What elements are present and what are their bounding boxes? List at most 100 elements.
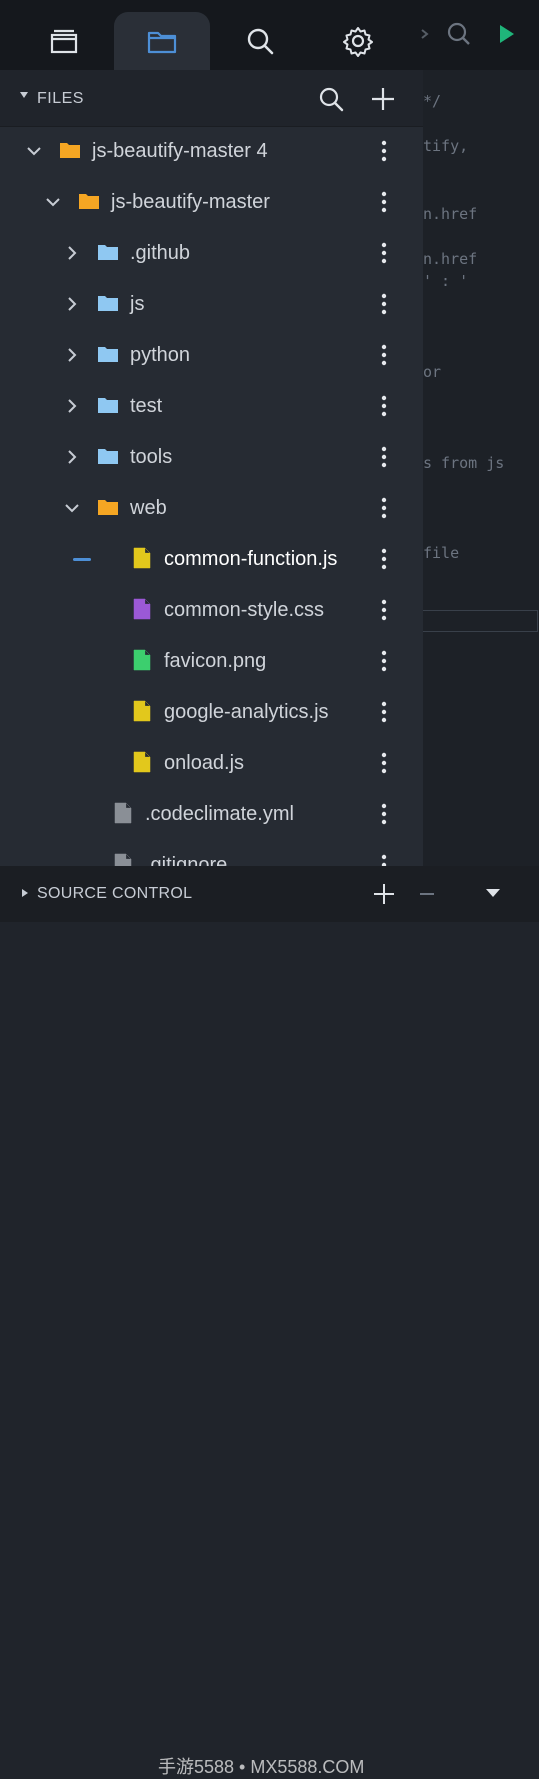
current-line-highlight — [423, 610, 538, 632]
chevron-right-icon[interactable] — [63, 295, 81, 313]
tree-item-label: common-function.js — [164, 548, 338, 570]
file-icon — [133, 598, 151, 620]
tree-file-row[interactable]: common-style.css — [0, 585, 423, 636]
file-icon — [114, 853, 132, 866]
folder-icon — [147, 31, 177, 54]
tree-file-row[interactable]: .gitignore — [0, 840, 423, 866]
code-editor[interactable]: */ tify, n.href n.href ' : ' or s from j… — [423, 70, 539, 866]
dropdown-arrow-icon[interactable] — [484, 886, 502, 900]
tree-folder-row[interactable]: js-beautify-master — [0, 177, 423, 228]
folder-icon — [98, 296, 118, 311]
tree-folder-row[interactable]: web — [0, 483, 423, 534]
tree-item-label: favicon.png — [164, 650, 267, 672]
tree-file-row[interactable]: onload.js — [0, 738, 423, 789]
more-options-icon[interactable] — [380, 547, 388, 571]
chevron-right-icon — [420, 18, 432, 55]
folder-icon — [60, 143, 80, 158]
folder-icon — [98, 245, 118, 260]
watermark: 手游5588 • MX5588.COM — [158, 1757, 365, 1777]
plus-icon[interactable] — [370, 86, 396, 112]
code-line: ' : ' — [423, 272, 469, 290]
more-options-icon[interactable] — [380, 598, 388, 622]
tree-item-label: js — [130, 293, 145, 315]
file-icon — [133, 751, 151, 773]
more-options-icon[interactable] — [380, 241, 388, 265]
tree-item-label: onload.js — [164, 752, 245, 774]
code-line: file — [423, 544, 460, 562]
more-options-icon[interactable] — [380, 343, 388, 367]
tab-files[interactable] — [114, 12, 210, 70]
search-icon[interactable] — [318, 86, 344, 112]
chevron-right-icon[interactable] — [63, 346, 81, 364]
caret-down-icon[interactable] — [20, 92, 28, 98]
source-control-bar[interactable]: SOURCE CONTROL 手游5588 • MX5588.COM — [0, 866, 539, 1777]
files-title[interactable]: FILES — [37, 90, 84, 108]
tree-folder-row[interactable]: js-beautify-master 4 — [0, 126, 423, 177]
tree-item-label: tools — [130, 446, 173, 468]
more-options-icon[interactable] — [380, 394, 388, 418]
tree-file-row[interactable]: .codeclimate.yml — [0, 789, 423, 840]
tab-search[interactable] — [212, 12, 308, 70]
tab-settings[interactable] — [310, 12, 406, 70]
file-icon — [133, 700, 151, 722]
chevron-right-icon[interactable] — [63, 397, 81, 415]
editor-search-icon[interactable] — [446, 18, 472, 55]
chevron-right-icon[interactable] — [63, 244, 81, 262]
gear-icon — [343, 27, 373, 57]
more-options-icon[interactable] — [380, 700, 388, 724]
chevron-down-icon[interactable] — [44, 193, 62, 211]
tree-folder-row[interactable]: js — [0, 279, 423, 330]
tree-file-row[interactable]: google-analytics.js — [0, 687, 423, 738]
code-line: tify, — [423, 137, 469, 155]
tree-folder-row[interactable]: test — [0, 381, 423, 432]
tree-folder-row[interactable]: tools — [0, 432, 423, 483]
chevron-right-icon[interactable] — [63, 448, 81, 466]
stack-icon — [50, 29, 78, 54]
code-line: or — [423, 363, 442, 381]
caret-right-icon — [22, 889, 28, 897]
more-options-icon[interactable] — [380, 649, 388, 673]
more-options-icon[interactable] — [380, 292, 388, 316]
more-options-icon[interactable] — [380, 190, 388, 214]
search-icon — [247, 28, 274, 55]
tree-folder-row[interactable]: .github — [0, 228, 423, 279]
folder-icon — [98, 500, 118, 515]
tree-item-label: js-beautify-master 4 — [92, 140, 268, 162]
top-tab-bar — [0, 0, 539, 70]
tree-folder-row[interactable]: python — [0, 330, 423, 381]
file-icon — [133, 547, 151, 569]
folder-icon — [98, 347, 118, 362]
source-control-title: SOURCE CONTROL — [37, 885, 193, 902]
more-options-icon[interactable] — [380, 751, 388, 775]
tree-file-row[interactable]: favicon.png — [0, 636, 423, 687]
file-icon — [133, 649, 151, 671]
tree-item-label: .codeclimate.yml — [145, 803, 294, 825]
folder-icon — [98, 449, 118, 464]
tree-item-label: test — [130, 395, 163, 417]
run-icon[interactable] — [496, 18, 518, 55]
file-icon — [114, 802, 132, 824]
more-options-icon[interactable] — [380, 853, 388, 866]
code-line: */ — [423, 92, 442, 110]
files-panel: FILES js-beautify-master 4 js-beautify-ma… — [0, 70, 423, 866]
code-line: n.href — [423, 250, 478, 268]
tree-item-label: google-analytics.js — [164, 701, 329, 723]
tree-file-row[interactable]: common-function.js — [0, 534, 423, 585]
more-options-icon[interactable] — [380, 139, 388, 163]
code-line: s from js — [423, 454, 505, 472]
tree-item-label: python — [130, 344, 191, 366]
folder-icon — [98, 398, 118, 413]
tab-editors[interactable] — [16, 12, 112, 70]
more-options-icon[interactable] — [380, 445, 388, 469]
tree-item-label: .github — [130, 242, 191, 264]
chevron-down-icon[interactable] — [25, 142, 43, 160]
code-line: n.href — [423, 205, 478, 223]
tree-item-label: web — [130, 497, 167, 519]
minus-icon[interactable] — [420, 892, 434, 896]
tree-item-label: .gitignore — [145, 854, 228, 866]
plus-icon[interactable] — [372, 882, 396, 906]
active-file-indicator — [73, 558, 91, 561]
chevron-down-icon[interactable] — [63, 499, 81, 517]
more-options-icon[interactable] — [380, 802, 388, 826]
more-options-icon[interactable] — [380, 496, 388, 520]
